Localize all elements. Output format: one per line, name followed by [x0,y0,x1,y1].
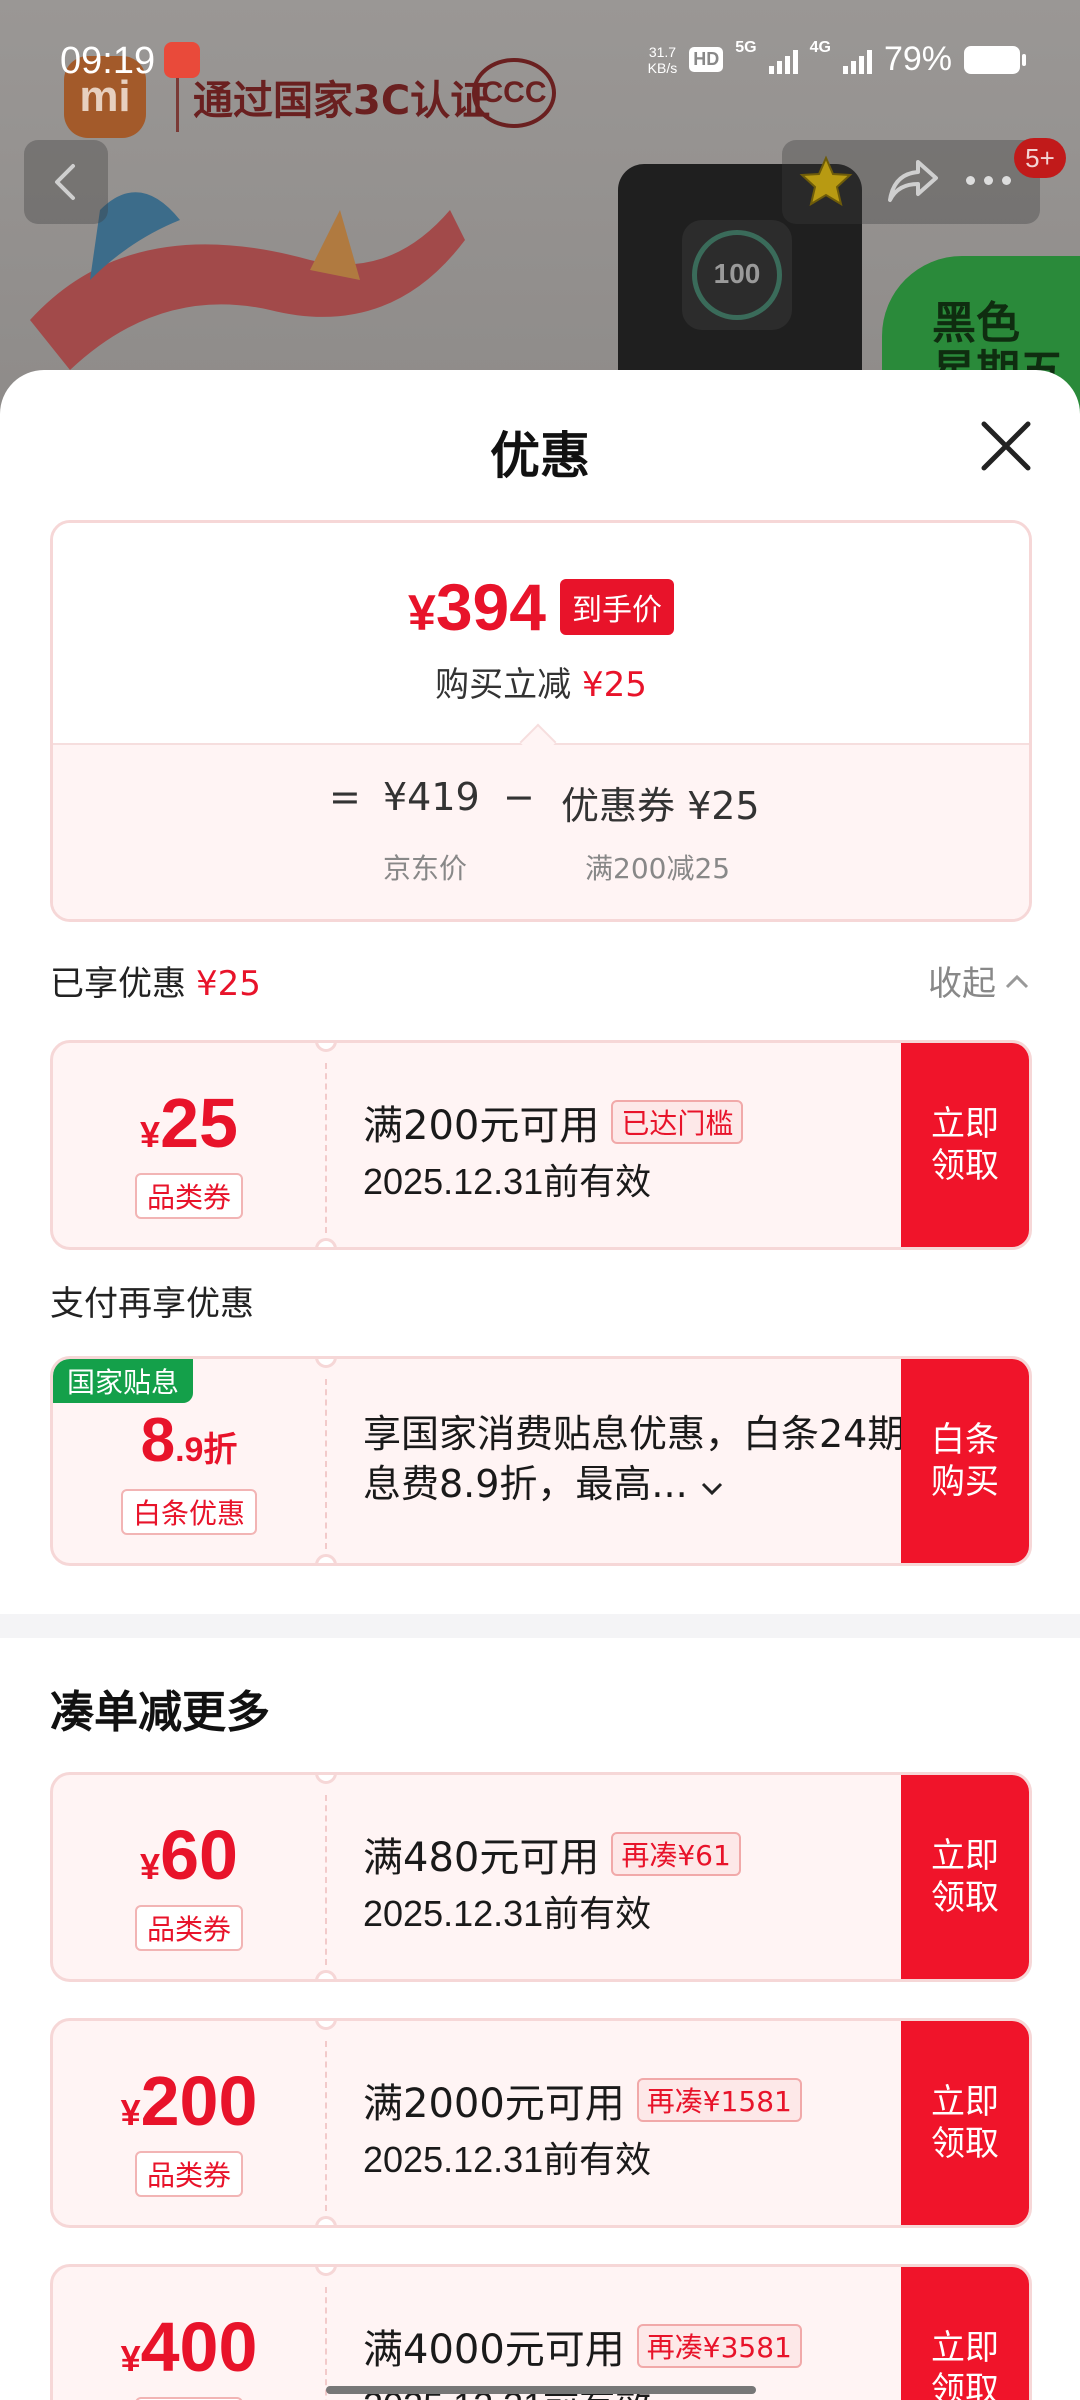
coupon-amount: ¥60 [140,1816,238,1894]
coupon-amount: ¥400 [120,2308,258,2386]
message-badge: 5+ [1014,138,1066,178]
coupon-deduction: 优惠券 ¥25 [561,784,760,828]
minus-sign: − [503,775,535,819]
price-breakdown: = ¥419 − 优惠券 ¥25 京东价 满200减25 [53,743,1029,919]
offer-type-tag: 白条优惠 [120,1489,257,1535]
jd-price-label: 京东价 [383,852,468,885]
add-more-tag: 再凑¥61 [611,1832,741,1876]
network-4g-label: 4G [809,39,831,56]
coupon-condition: 满200元可用 已达门槛 [363,1093,943,1151]
more-coupon: ¥60 品类券 满480元可用 再凑¥61 2025.12.31前有效 立即 领… [50,1772,1032,1982]
threshold-status-tag: 已达门槛 [611,1100,744,1144]
claim-button[interactable]: 立即 领取 [901,1775,1029,1979]
battery-icon [964,45,1026,74]
back-button[interactable] [24,140,108,224]
home-indicator[interactable] [326,2386,756,2394]
more-icon[interactable] [966,176,1011,185]
add-more-tag: 再凑¥3581 [636,2324,802,2368]
share-icon[interactable] [886,156,940,206]
signal-icon [768,46,798,74]
pay-offer-card: 国家贴息 8.9折 白条优惠 享国家消费贴息优惠，白条24期息费8.9折，最高.… [50,1356,1032,1566]
collapse-button[interactable]: 收起 [928,956,1030,1005]
network-5g-label: 5G [735,39,757,56]
discount-rate: 8.9折 [140,1406,238,1475]
top-action-group [782,140,1040,224]
pay-offer-description[interactable]: 享国家消费贴息优惠，白条24期息费8.9折，最高... [363,1409,923,1509]
clock: 09:19 [60,40,156,82]
more-coupon: ¥400 品类券 满4000元可用 再凑¥3581 2025.12.31前有效 … [50,2264,1032,2400]
equals-sign: = [329,775,361,819]
device-readout: 100 [713,258,761,289]
chevron-up-icon [1005,974,1029,988]
back-arrow-icon [55,164,75,200]
claim-button[interactable]: 立即 领取 [901,2267,1029,2400]
coupon-type-tag: 品类券 [134,1173,243,1219]
chevron-down-icon [701,1482,722,1496]
final-price: ¥394 [408,570,546,644]
coupon-condition: 满2000元可用 再凑¥1581 [363,2071,943,2129]
final-price-tag: 到手价 [559,579,674,635]
coupon-amount: ¥200 [120,2062,258,2140]
more-section-title: 凑单减更多 [50,1687,270,1738]
coupon-amount: ¥25 [140,1084,238,1162]
battery-percent: 79% [883,40,952,78]
coupon-type-tag: 品类券 [134,2151,243,2197]
hd-icon: HD [689,47,724,72]
status-bar: 09:19 31.7 KB/s HD 5G 4G 79% [0,0,1080,120]
coupon-rule-label: 满200减25 [585,852,731,885]
coupon-sheet: 优惠 ¥394 到手价 购买立减 ¥25 = ¥419 − 优惠券 ¥25 京东… [0,370,1080,2400]
claim-button[interactable]: 立即 领取 [901,1043,1029,1247]
notification-icon [164,42,200,78]
collapse-label: 收起 [928,964,996,1004]
star-icon[interactable] [798,154,854,210]
section-separator [0,1614,1080,1638]
add-more-tag: 再凑¥1581 [636,2078,802,2122]
baitiao-buy-button[interactable]: 白条 购买 [901,1359,1029,1563]
background-product-page: mi 通过国家3C认证 CCC 100 黑色 星期五 09:19 31.7 KB… [0,0,1080,420]
net-speed: 31.7 KB/s [647,43,678,76]
device-screen: 100 [682,220,792,330]
signal-icon-2 [842,46,872,74]
more-coupon: ¥200 品类券 满2000元可用 再凑¥1581 2025.12.31前有效 … [50,2018,1032,2228]
coupon-validity: 2025.12.31前有效 [363,1161,652,1202]
coupon-enjoyed: ¥25 品类券 满200元可用 已达门槛 2025.12.31前有效 立即 领取 [50,1040,1032,1250]
claim-button[interactable]: 立即 领取 [901,2021,1029,2225]
close-icon[interactable] [974,414,1038,478]
coupon-condition: 满4000元可用 再凑¥3581 [363,2317,943,2375]
coupon-validity: 2025.12.31前有效 [363,2139,652,2180]
price-summary-card: ¥394 到手价 购买立减 ¥25 = ¥419 − 优惠券 ¥25 京东价 满… [50,520,1032,922]
instant-reduction: 购买立减 ¥25 [435,665,647,705]
pay-section-heading: 支付再享优惠 [50,1284,254,1324]
enjoyed-heading: 已享优惠 ¥25 [50,964,261,1004]
jd-price: ¥419 [383,775,480,819]
coupon-condition: 满480元可用 再凑¥61 [363,1825,943,1883]
status-icons: 31.7 KB/s HD 5G 4G 79% [647,39,1026,79]
coupon-validity: 2025.12.31前有效 [363,1893,652,1934]
sheet-title: 优惠 [490,427,590,485]
coupon-type-tag: 品类券 [134,1905,243,1951]
